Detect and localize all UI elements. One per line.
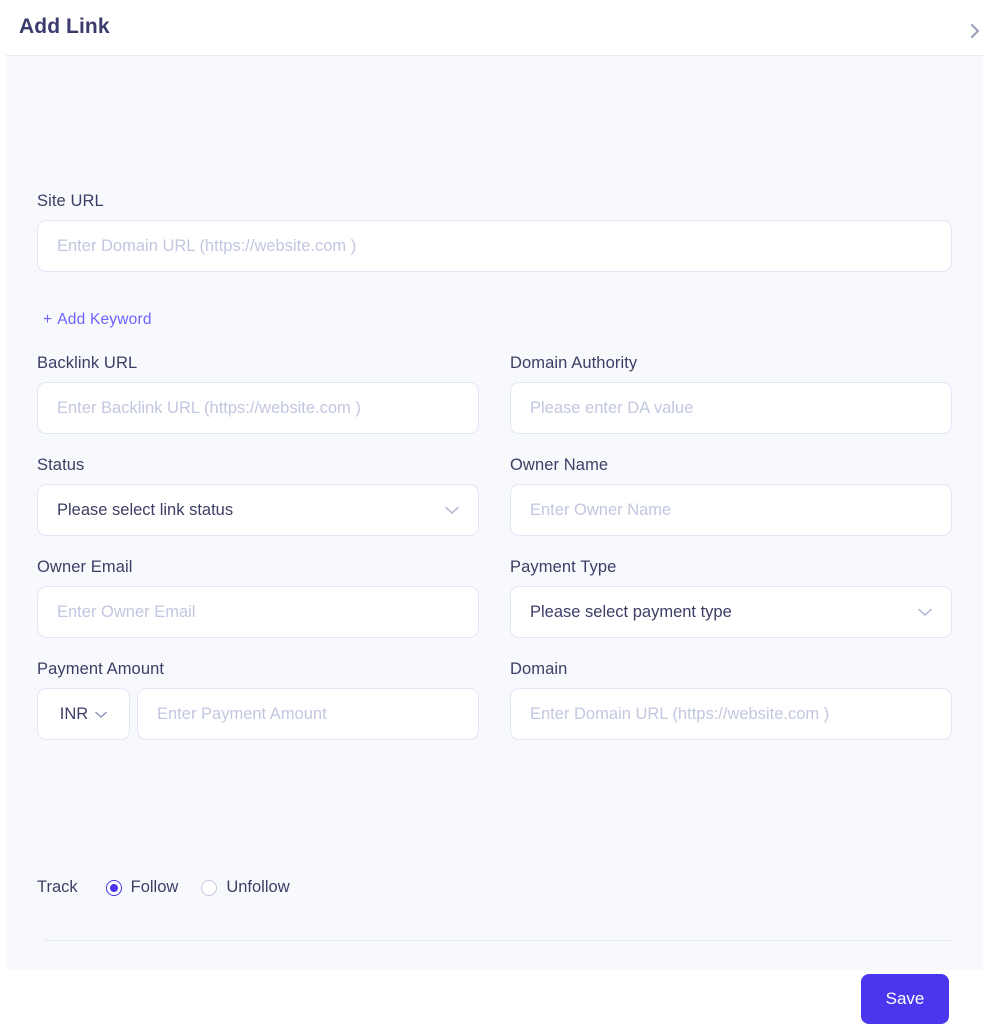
field-owner-name: Owner Name Enter Owner Name [510, 456, 952, 536]
domain-authority-input[interactable]: Please enter DA value [510, 382, 952, 434]
payment-amount-placeholder: Enter Payment Amount [157, 704, 327, 723]
status-selected-value: Please select link status [57, 500, 234, 519]
field-payment-type: Payment Type Please select payment type [510, 558, 952, 638]
payment-type-select[interactable]: Please select payment type [510, 586, 952, 638]
chevron-down-icon [95, 705, 108, 724]
field-owner-email: Owner Email Enter Owner Email [37, 558, 479, 638]
backlink-url-label: Backlink URL [37, 354, 138, 372]
payment-amount-input[interactable]: Enter Payment Amount [137, 688, 479, 740]
radio-unfollow-label: Unfollow [226, 878, 290, 896]
add-link-panel: Add Link Site URL Enter Domain URL (http… [6, 0, 983, 1024]
chevron-down-icon [918, 603, 932, 622]
radio-follow-label: Follow [130, 878, 179, 896]
currency-select[interactable]: INR [37, 688, 130, 740]
owner-name-input[interactable]: Enter Owner Name [510, 484, 952, 536]
panel-body: Site URL Enter Domain URL (https://websi… [6, 56, 983, 1024]
track-label: Track [37, 878, 78, 896]
backlink-url-input[interactable]: Enter Backlink URL (https://website.com … [37, 382, 479, 434]
currency-value: INR [59, 704, 89, 723]
add-keyword-label: Add Keyword [57, 311, 152, 328]
owner-email-label: Owner Email [37, 558, 133, 576]
plus-icon: + [43, 311, 53, 328]
site-url-label: Site URL [37, 192, 104, 210]
domain-authority-placeholder: Please enter DA value [530, 398, 694, 417]
site-url-placeholder: Enter Domain URL (https://website.com ) [57, 236, 357, 255]
owner-name-label: Owner Name [510, 456, 609, 474]
panel-header: Add Link [6, 0, 983, 56]
save-button[interactable]: Save [861, 974, 949, 1024]
chevron-down-icon [445, 501, 459, 520]
field-backlink-url: Backlink URL Enter Backlink URL (https:/… [37, 354, 479, 434]
field-site-url: Site URL Enter Domain URL (https://websi… [37, 192, 952, 272]
radio-unfollow[interactable]: Unfollow [201, 878, 290, 897]
owner-email-placeholder: Enter Owner Email [57, 602, 196, 621]
chevron-right-icon[interactable] [964, 20, 986, 42]
domain-input[interactable]: Enter Domain URL (https://website.com ) [510, 688, 952, 740]
payment-amount-group: INR Enter Payment Amount [37, 688, 479, 740]
domain-authority-label: Domain Authority [510, 354, 638, 372]
radio-follow-indicator [105, 879, 122, 896]
domain-placeholder: Enter Domain URL (https://website.com ) [530, 704, 830, 723]
field-payment-amount: Payment Amount INR Enter Payment Amount [37, 660, 479, 740]
payment-type-label: Payment Type [510, 558, 617, 576]
form-grid: Backlink URL Enter Backlink URL (https:/… [37, 354, 952, 740]
domain-label: Domain [510, 660, 568, 678]
track-row: Track Follow Unfollow [37, 878, 313, 897]
payment-type-selected-value: Please select payment type [530, 602, 732, 621]
backlink-url-placeholder: Enter Backlink URL (https://website.com … [57, 398, 361, 417]
footer-divider [43, 940, 951, 941]
field-domain-authority: Domain Authority Please enter DA value [510, 354, 952, 434]
owner-email-input[interactable]: Enter Owner Email [37, 586, 479, 638]
owner-name-placeholder: Enter Owner Name [530, 500, 672, 519]
status-select[interactable]: Please select link status [37, 484, 479, 536]
add-keyword-button[interactable]: + Add Keyword [43, 311, 152, 329]
field-domain: Domain Enter Domain URL (https://website… [510, 660, 952, 740]
status-label: Status [37, 456, 85, 474]
payment-amount-label: Payment Amount [37, 660, 165, 678]
site-url-input[interactable]: Enter Domain URL (https://website.com ) [37, 220, 952, 272]
page-title: Add Link [19, 15, 110, 38]
radio-unfollow-indicator [201, 879, 218, 896]
field-status: Status Please select link status [37, 456, 479, 536]
radio-follow[interactable]: Follow [105, 878, 179, 897]
